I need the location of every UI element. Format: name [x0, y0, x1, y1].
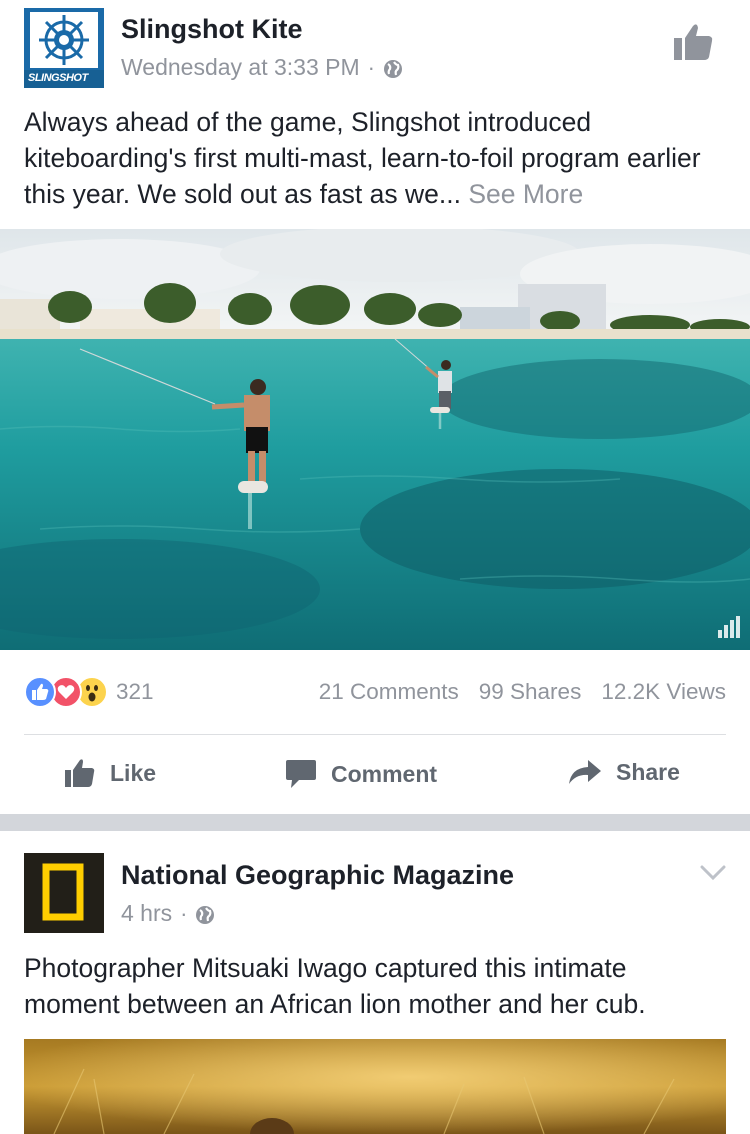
- comment-icon: [285, 758, 317, 790]
- timestamp[interactable]: Wednesday at 3:33 PM: [121, 54, 360, 81]
- post-actions: Like Comment Share: [0, 744, 750, 806]
- comment-button[interactable]: Comment: [285, 758, 437, 790]
- post-meta: Wednesday at 3:33 PM ·: [121, 54, 403, 81]
- like-icon: [64, 758, 96, 788]
- actions-divider: [24, 734, 726, 735]
- slingshot-avatar[interactable]: SLINGSHOT: [24, 8, 104, 88]
- share-icon: [568, 758, 602, 786]
- page-name[interactable]: Slingshot Kite: [121, 14, 303, 45]
- post-slingshot: SLINGSHOT Slingshot Kite Wednesday at 3:…: [0, 0, 750, 814]
- globe-icon: [195, 904, 215, 924]
- views-count: 12.2K Views: [601, 679, 726, 704]
- signal-bars-icon: [718, 616, 740, 638]
- like-reaction-icon: [24, 676, 56, 708]
- like-label: Like: [110, 759, 157, 786]
- post-meta: 4 hrs ·: [121, 900, 215, 927]
- feed-divider: [0, 814, 750, 831]
- meta-separator: ·: [180, 900, 188, 926]
- share-button[interactable]: Share: [568, 758, 680, 786]
- meta-separator: ·: [367, 54, 375, 80]
- post-body-text: Always ahead of the game, Slingshot intr…: [24, 107, 701, 209]
- page-like-icon[interactable]: [672, 22, 716, 62]
- page-name[interactable]: National Geographic Magazine: [121, 860, 514, 891]
- post-natgeo: National Geographic Magazine 4 hrs · Pho…: [0, 831, 750, 1134]
- post-body: Photographer Mitsuaki Iwago captured thi…: [24, 950, 729, 1022]
- video-thumbnail[interactable]: [0, 229, 750, 650]
- globe-icon: [383, 58, 403, 78]
- post-body-text: Photographer Mitsuaki Iwago captured thi…: [24, 953, 646, 1019]
- see-more-link[interactable]: See More: [468, 179, 583, 209]
- reaction-count: 321: [116, 679, 154, 704]
- comments-count[interactable]: 21 Comments: [319, 679, 459, 705]
- post-body: Always ahead of the game, Slingshot intr…: [24, 104, 729, 212]
- comment-label: Comment: [331, 760, 438, 787]
- chevron-down-icon[interactable]: [700, 865, 728, 883]
- natgeo-avatar[interactable]: [24, 853, 104, 933]
- reactions-summary[interactable]: 321: [24, 676, 154, 708]
- like-button[interactable]: Like: [64, 758, 156, 788]
- lion-photo[interactable]: [24, 1039, 726, 1134]
- share-label: Share: [616, 758, 680, 785]
- shares-count[interactable]: 99 Shares: [479, 679, 582, 705]
- avatar-logo-text: SLINGSHOT: [28, 72, 88, 84]
- engagement-stats: 321 21 Comments 99 Shares 12.2K Views: [24, 670, 726, 714]
- timestamp[interactable]: 4 hrs: [121, 900, 172, 927]
